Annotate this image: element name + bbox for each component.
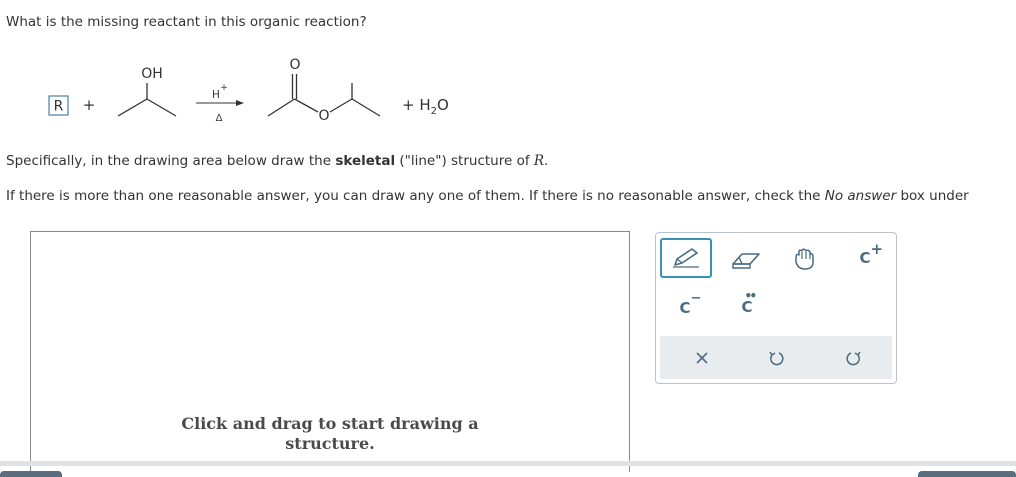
canvas-hint: Click and drag to start drawing a struct… (181, 414, 479, 453)
pencil-icon (673, 248, 699, 268)
footer-right-tab[interactable] (918, 471, 1016, 477)
instruction-paragraph-2: If there is more than one reasonable ans… (6, 188, 969, 204)
drawing-canvas[interactable]: Click and drag to start drawing a struct… (30, 231, 630, 472)
isopropanol-structure (117, 83, 177, 117)
oh-label: OH (141, 66, 163, 82)
water-product: + H2O (402, 96, 449, 117)
no-answer-emphasis: No answer (824, 188, 897, 204)
carbocation-icon: C + (859, 240, 884, 267)
reactant-r-label: R (54, 99, 64, 115)
question-text: What is the missing reactant in this org… (6, 14, 367, 30)
footer-left-tab[interactable] (0, 471, 62, 477)
instruction-paragraph-1: Specifically, in the drawing area below … (6, 153, 549, 169)
eraser-icon (732, 253, 760, 269)
redo-button[interactable] (842, 346, 866, 370)
redo-icon (846, 351, 861, 366)
variable-r: R (533, 153, 545, 169)
ester-o-label: O (318, 108, 329, 124)
hand-icon (795, 248, 814, 270)
carbanion-icon: C − (679, 291, 702, 317)
drawing-toolbar: C + C − C • • (655, 232, 897, 384)
action-panel (660, 336, 892, 379)
acid-catalyst-label: H (212, 89, 220, 101)
skeletal-emphasis: skeletal (335, 153, 396, 169)
footer-divider (0, 461, 1016, 466)
undo-button[interactable] (764, 346, 788, 370)
carbanion-tool-button[interactable]: C − (670, 291, 702, 321)
reaction-scheme: R + OH H + Δ O O + H2O (0, 50, 520, 130)
clear-icon (696, 352, 708, 364)
eraser-tool-button[interactable] (728, 247, 764, 273)
carbonyl-o-label: O (289, 57, 300, 73)
carbon-radical-icon: C • • (741, 289, 758, 316)
heat-label: Δ (216, 113, 223, 124)
clear-button[interactable] (690, 346, 714, 370)
radical-tool-button[interactable]: C • • (732, 289, 762, 321)
acid-charge: + (220, 83, 228, 93)
hand-tool-button[interactable] (788, 245, 822, 275)
plus-sign: + (83, 96, 96, 114)
reaction-arrow-head (236, 100, 244, 106)
carbocation-tool-button[interactable]: C + (848, 240, 884, 271)
undo-icon (769, 351, 784, 366)
pencil-tool-button[interactable] (660, 238, 712, 278)
